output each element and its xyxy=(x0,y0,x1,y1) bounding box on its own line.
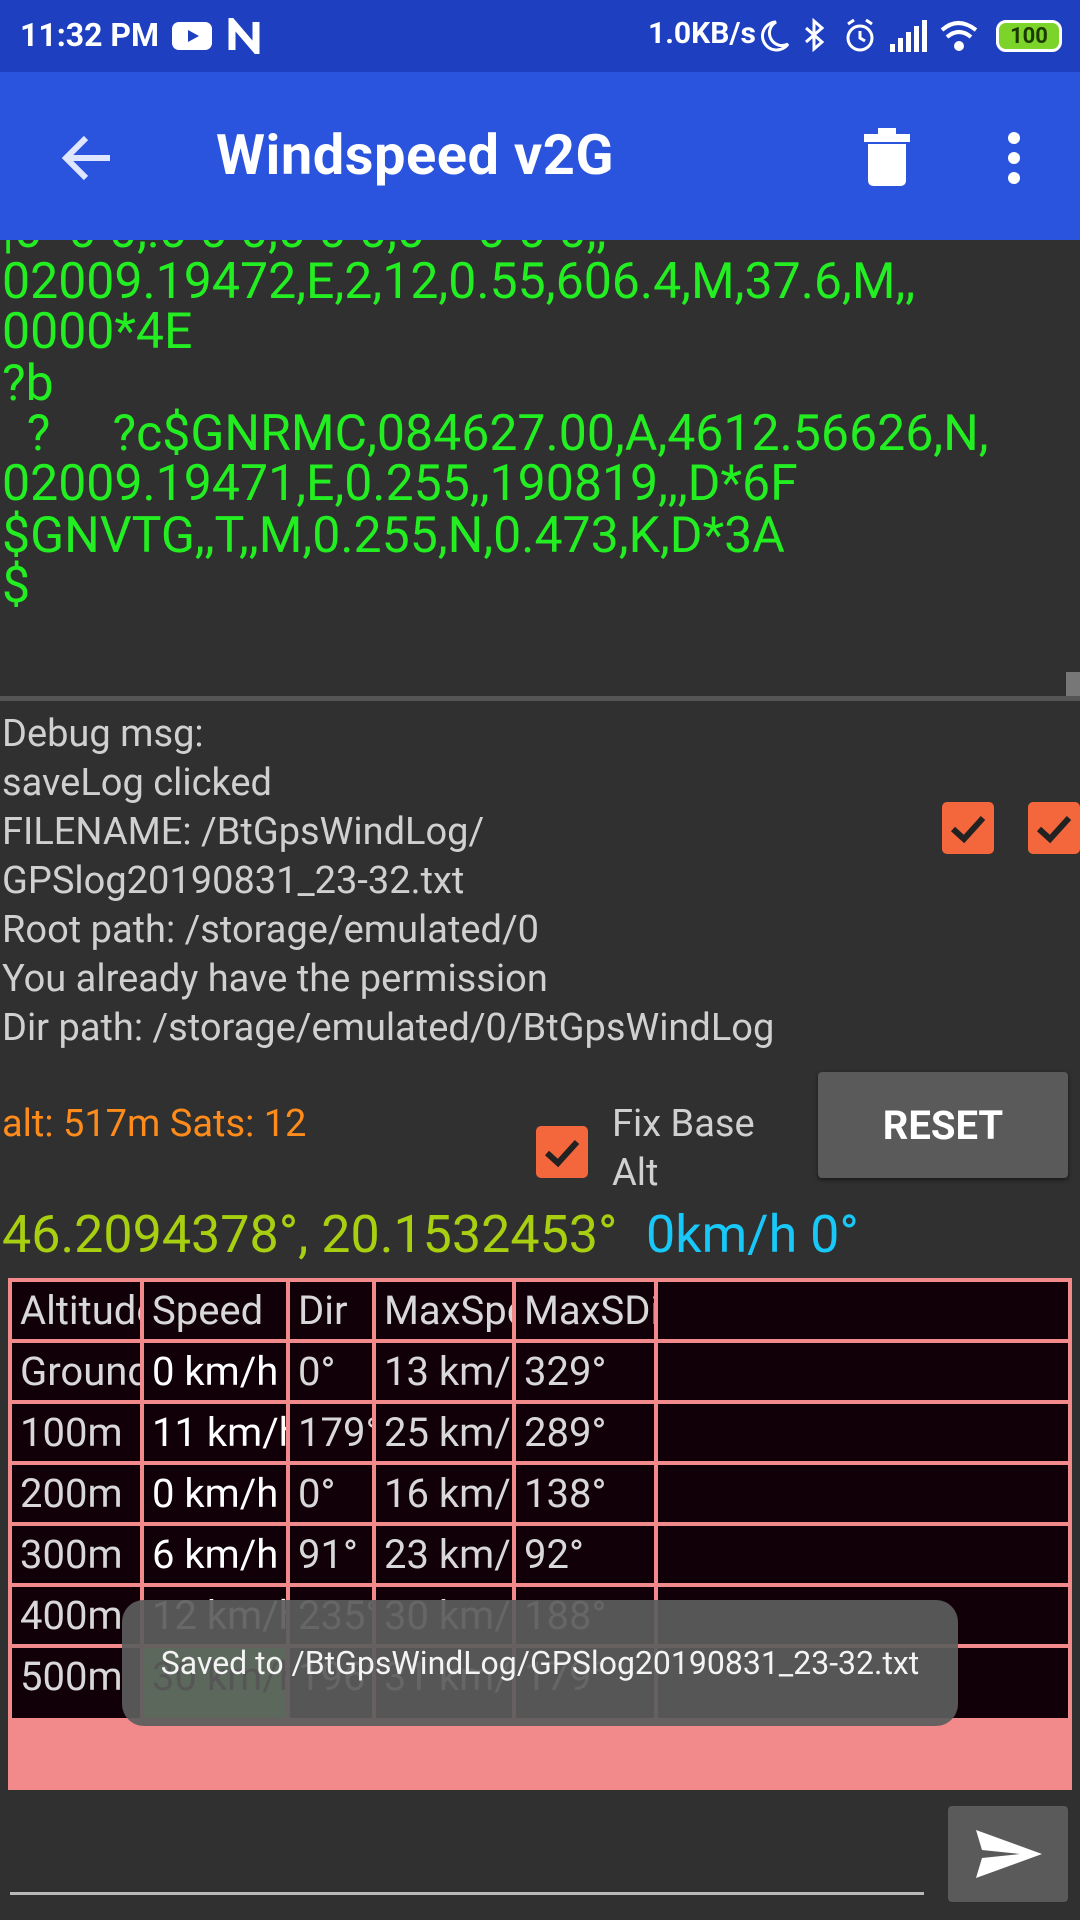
fix-base-alt-label[interactable]: Fix Base Alt xyxy=(612,1100,755,1198)
check-icon xyxy=(1036,815,1072,844)
table-cell: 400m xyxy=(12,1587,140,1644)
terminal-line: $ xyxy=(2,557,31,615)
table-cell: 11 km/h xyxy=(144,1404,286,1461)
terminal-line: 0000*4E xyxy=(2,303,193,361)
log-checkbox-1[interactable] xyxy=(942,802,994,854)
n-icon xyxy=(228,18,260,54)
table-header-cell: Altitude xyxy=(12,1282,140,1339)
debug-log: Debug msg: saveLog clicked FILENAME: /Bt… xyxy=(2,710,774,1053)
more-vert-icon[interactable] xyxy=(1006,128,1022,188)
table-cell: 16 km/h xyxy=(376,1465,512,1522)
debug-line: Debug msg: xyxy=(2,712,204,756)
status-time: 11:32 PM xyxy=(20,16,160,54)
debug-line: saveLog clicked xyxy=(2,761,272,805)
table-cell: 91° xyxy=(290,1526,372,1583)
signal-icon xyxy=(890,20,927,52)
log-checkbox-2[interactable] xyxy=(1028,802,1080,854)
table-cell xyxy=(658,1465,1068,1522)
table-cell: 25 km/h xyxy=(376,1404,512,1461)
table-cell xyxy=(658,1526,1068,1583)
moon-icon xyxy=(761,20,790,52)
table-cell xyxy=(658,1404,1068,1461)
status-icons xyxy=(761,17,978,53)
trash-icon[interactable] xyxy=(864,126,910,186)
table-cell: 92° xyxy=(516,1526,654,1583)
back-arrow-icon[interactable] xyxy=(58,130,114,186)
table-cell: 200m xyxy=(12,1465,140,1522)
debug-line: Root path: /storage/emulated/0 xyxy=(2,908,539,952)
debug-line: FILENAME: /BtGpsWindLog/ xyxy=(2,810,485,854)
check-icon xyxy=(950,815,986,844)
nmea-terminal[interactable]: |0 -0 0,:0 0 0,0 0 0,0 - -0 0 0,, 02009.… xyxy=(0,240,1080,695)
send-button[interactable] xyxy=(948,1806,1068,1902)
fix-base-label-line1: Fix Base xyxy=(612,1102,755,1146)
table-header-cell xyxy=(658,1282,1068,1339)
table-cell: 138° xyxy=(516,1465,654,1522)
table-cell: 179° xyxy=(290,1404,372,1461)
message-input[interactable] xyxy=(10,1840,924,1895)
table-cell: 500m xyxy=(12,1648,140,1718)
check-icon xyxy=(544,1139,580,1168)
table-cell: 13 km/h xyxy=(376,1343,512,1400)
table-cell: 300m xyxy=(12,1526,140,1583)
youtube-icon xyxy=(172,22,212,50)
table-header-cell: Speed xyxy=(144,1282,286,1339)
current-speed-dir: 0km/h 0° xyxy=(646,1204,859,1265)
table-cell: 23 km/h xyxy=(376,1526,512,1583)
debug-line: GPSlog20190831_23-32.txt xyxy=(2,859,465,903)
wifi-icon xyxy=(940,21,978,51)
app-title: Windspeed v2G xyxy=(216,122,615,188)
table-cell: 0° xyxy=(290,1343,372,1400)
table-cell xyxy=(658,1343,1068,1400)
table-header-cell: MaxSDir xyxy=(516,1282,654,1339)
table-cell: 100m xyxy=(12,1404,140,1461)
table-cell: 0 km/h xyxy=(144,1343,286,1400)
table-cell: 289° xyxy=(516,1404,654,1461)
battery-icon: 100 xyxy=(996,20,1062,52)
table-cell: 0 km/h xyxy=(144,1465,286,1522)
toast-message: Saved to /BtGpsWindLog/GPSlog20190831_23… xyxy=(122,1600,958,1726)
alarm-icon xyxy=(846,18,874,52)
battery-level: 100 xyxy=(1010,23,1048,49)
terminal-line: $GNVTG,,T,,M,0.255,N,0.473,K,D*3A xyxy=(2,507,785,565)
bluetooth-icon xyxy=(805,17,825,53)
terminal-line: 02009.19471,E,0.255,,190819,,,D*6F xyxy=(2,455,798,513)
table-cell: 0° xyxy=(290,1465,372,1522)
table-cell: Ground xyxy=(12,1343,140,1400)
debug-line: Dir path: /storage/emulated/0/BtGpsWindL… xyxy=(2,1006,775,1050)
table-cell: 6 km/h xyxy=(144,1526,286,1583)
reset-button[interactable]: RESET xyxy=(818,1072,1068,1178)
send-icon xyxy=(976,1830,1042,1878)
gps-coordinates: 46.2094378°, 20.1532453° xyxy=(2,1204,618,1265)
fix-base-alt-checkbox[interactable] xyxy=(536,1126,588,1178)
table-header-cell: MaxSpd xyxy=(376,1282,512,1339)
terminal-scrollbar[interactable] xyxy=(1066,672,1080,696)
status-bar: 11:32 PM 1.0KB/s 100 xyxy=(0,0,1080,72)
table-header-cell: Dir xyxy=(290,1282,372,1339)
fix-base-label-line2: Alt xyxy=(612,1151,659,1195)
divider xyxy=(0,696,1080,701)
network-speed: 1.0KB/s xyxy=(648,16,756,51)
table-cell: 329° xyxy=(516,1343,654,1400)
alt-sats-text: alt: 517m Sats: 12 xyxy=(2,1102,307,1146)
debug-line: You already have the permission xyxy=(2,957,548,1001)
